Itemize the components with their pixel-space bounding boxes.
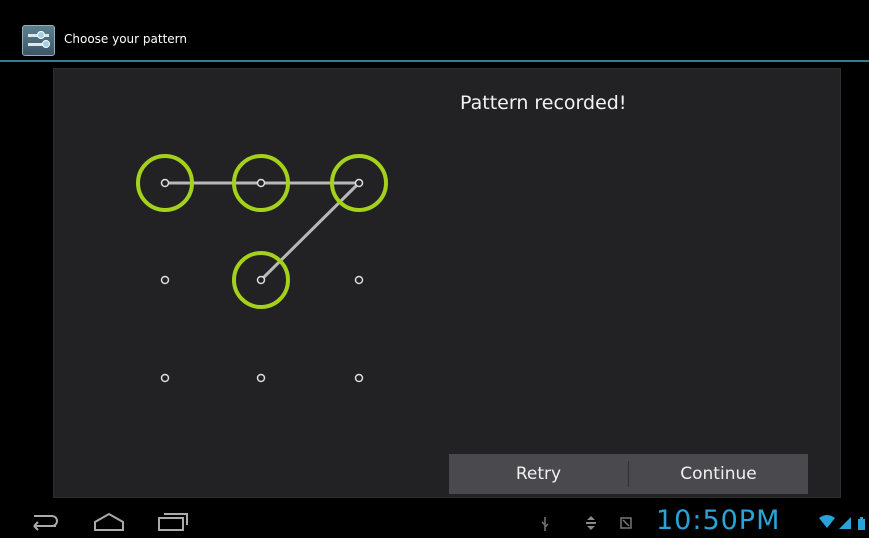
back-icon[interactable] <box>26 512 60 532</box>
footer-buttons: Retry Continue <box>449 454 808 494</box>
signal-icon <box>839 517 851 529</box>
continue-button[interactable]: Continue <box>629 454 808 494</box>
pattern-dot-4[interactable] <box>160 275 170 285</box>
retry-button[interactable]: Retry <box>449 454 628 494</box>
usb-icon <box>541 517 549 531</box>
pattern-dot-2[interactable] <box>256 178 266 188</box>
debug-icon <box>586 516 596 530</box>
pattern-dot-7[interactable] <box>160 373 170 383</box>
pattern-dot-8[interactable] <box>256 373 266 383</box>
pattern-path-segment <box>259 181 361 282</box>
pattern-dot-6[interactable] <box>354 275 364 285</box>
battery-icon <box>858 517 865 530</box>
pattern-dot-3[interactable] <box>354 178 364 188</box>
pattern-dot-9[interactable] <box>354 373 364 383</box>
pattern-dot-1[interactable] <box>160 178 170 188</box>
status-clock: 10:50PM <box>656 505 781 536</box>
home-icon[interactable] <box>92 512 126 532</box>
wifi-icon <box>819 515 835 528</box>
notification-icon <box>620 517 632 529</box>
pattern-dot-5[interactable] <box>256 275 266 285</box>
status-icons <box>819 515 865 530</box>
pattern-status-text: Pattern recorded! <box>460 92 627 114</box>
recent-apps-icon[interactable] <box>156 512 190 532</box>
